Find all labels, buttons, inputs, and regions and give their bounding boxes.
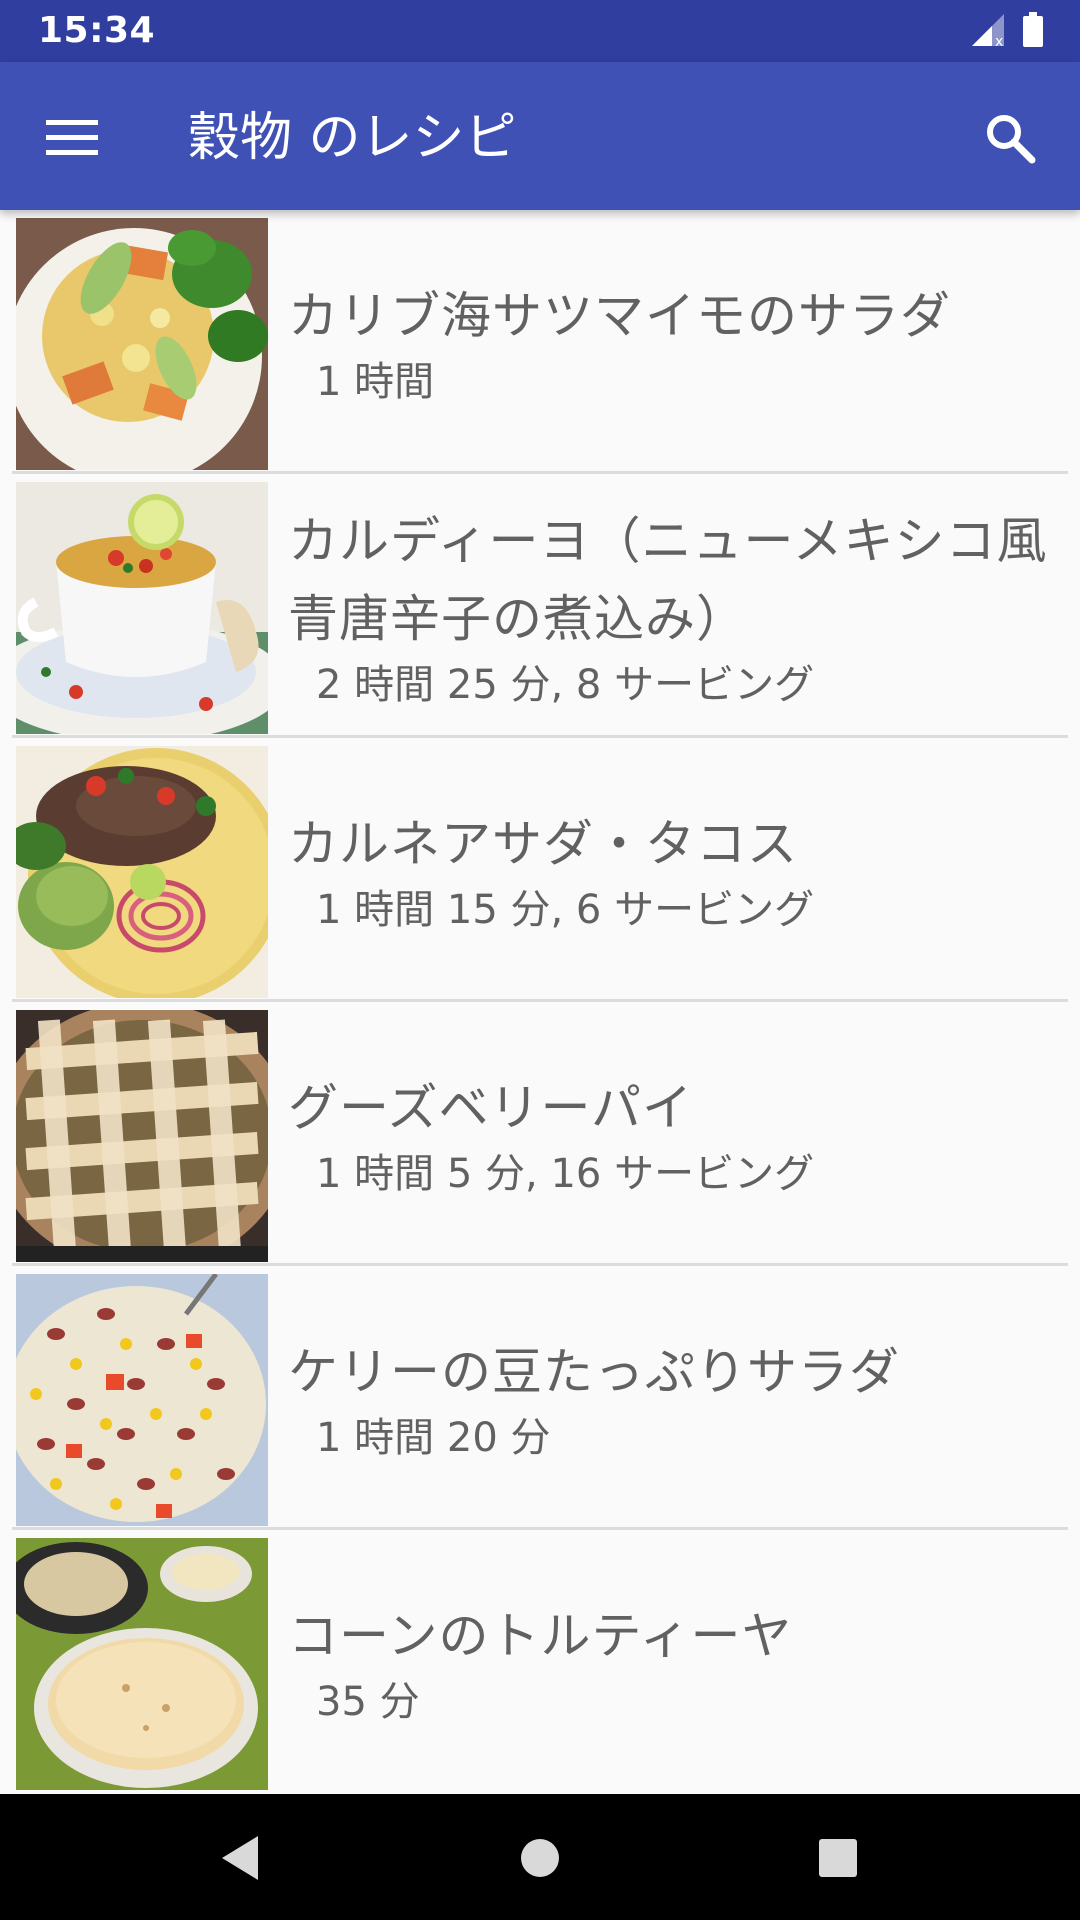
list-item[interactable]: グーズベリーパイ 1 時間 5 分, 16 サービング bbox=[0, 1002, 1080, 1266]
pie-photo bbox=[16, 1010, 268, 1262]
status-bar: 15:34 x bbox=[0, 0, 1080, 62]
recipe-title: カルネアサダ・タコス bbox=[288, 815, 798, 873]
recipe-meta: 1 時間 20 分 bbox=[316, 1415, 551, 1461]
home-icon[interactable] bbox=[504, 1822, 576, 1894]
bean-salad-photo bbox=[16, 1274, 268, 1526]
recipe-title: グーズベリーパイ bbox=[288, 1079, 693, 1137]
list-item[interactable]: コーンのトルティーヤ 35 分 bbox=[0, 1530, 1080, 1794]
page-title: 穀物 のレシピ bbox=[188, 108, 517, 168]
recipe-text: コーンのトルティーヤ 35 分 bbox=[288, 1530, 1060, 1794]
recipe-meta: 1 時間 15 分, 6 サービング bbox=[316, 887, 815, 933]
hamburger-menu-icon[interactable] bbox=[36, 102, 108, 174]
status-icons: x bbox=[970, 12, 1044, 52]
recipe-list[interactable]: カリブ海サツマイモのサラダ 1 時間 カルディーヨ（ニューメキシコ風青唐辛子の煮… bbox=[0, 210, 1080, 1794]
recipe-text: カリブ海サツマイモのサラダ 1 時間 bbox=[288, 210, 1060, 474]
signal-icon: x bbox=[970, 12, 1006, 52]
recipe-title: ケリーの豆たっぷりサラダ bbox=[288, 1343, 900, 1401]
status-time: 15:34 bbox=[38, 10, 156, 51]
tortilla-photo bbox=[16, 1538, 268, 1790]
recipe-meta: 35 分 bbox=[316, 1679, 420, 1725]
list-item[interactable]: カリブ海サツマイモのサラダ 1 時間 bbox=[0, 210, 1080, 474]
recipe-text: カルディーヨ（ニューメキシコ風青唐辛子の煮込み） 2 時間 25 分, 8 サー… bbox=[288, 474, 1060, 738]
recipe-title: カルディーヨ（ニューメキシコ風青唐辛子の煮込み） bbox=[288, 512, 1048, 648]
list-item[interactable]: ケリーの豆たっぷりサラダ 1 時間 20 分 bbox=[0, 1266, 1080, 1530]
recipe-meta: 1 時間 5 分, 16 サービング bbox=[316, 1151, 815, 1197]
soup-photo bbox=[16, 482, 268, 734]
recipe-text: カルネアサダ・タコス 1 時間 15 分, 6 サービング bbox=[288, 738, 1060, 1002]
recipe-title: カリブ海サツマイモのサラダ bbox=[288, 287, 951, 345]
back-icon[interactable] bbox=[204, 1822, 276, 1894]
screen: 15:34 x 穀物 のレシピ カリブ海サツマイモのサラダ 1 時間 カルディー… bbox=[0, 0, 1080, 1920]
recipe-text: ケリーの豆たっぷりサラダ 1 時間 20 分 bbox=[288, 1266, 1060, 1530]
system-nav-bar bbox=[0, 1794, 1080, 1920]
search-icon[interactable] bbox=[970, 98, 1050, 178]
recents-icon[interactable] bbox=[802, 1822, 874, 1894]
recipe-title: コーンのトルティーヤ bbox=[288, 1607, 793, 1665]
recipe-text: グーズベリーパイ 1 時間 5 分, 16 サービング bbox=[288, 1002, 1060, 1266]
list-item[interactable]: カルネアサダ・タコス 1 時間 15 分, 6 サービング bbox=[0, 738, 1080, 1002]
recipe-meta: 1 時間 bbox=[316, 359, 435, 405]
list-item[interactable]: カルディーヨ（ニューメキシコ風青唐辛子の煮込み） 2 時間 25 分, 8 サー… bbox=[0, 474, 1080, 738]
app-bar: 穀物 のレシピ bbox=[0, 62, 1080, 210]
svg-text:x: x bbox=[995, 34, 1003, 48]
tacos-photo bbox=[16, 746, 268, 998]
recipe-meta: 2 時間 25 分, 8 サービング bbox=[316, 662, 815, 708]
salad-photo bbox=[16, 218, 268, 470]
battery-icon bbox=[1022, 12, 1044, 52]
